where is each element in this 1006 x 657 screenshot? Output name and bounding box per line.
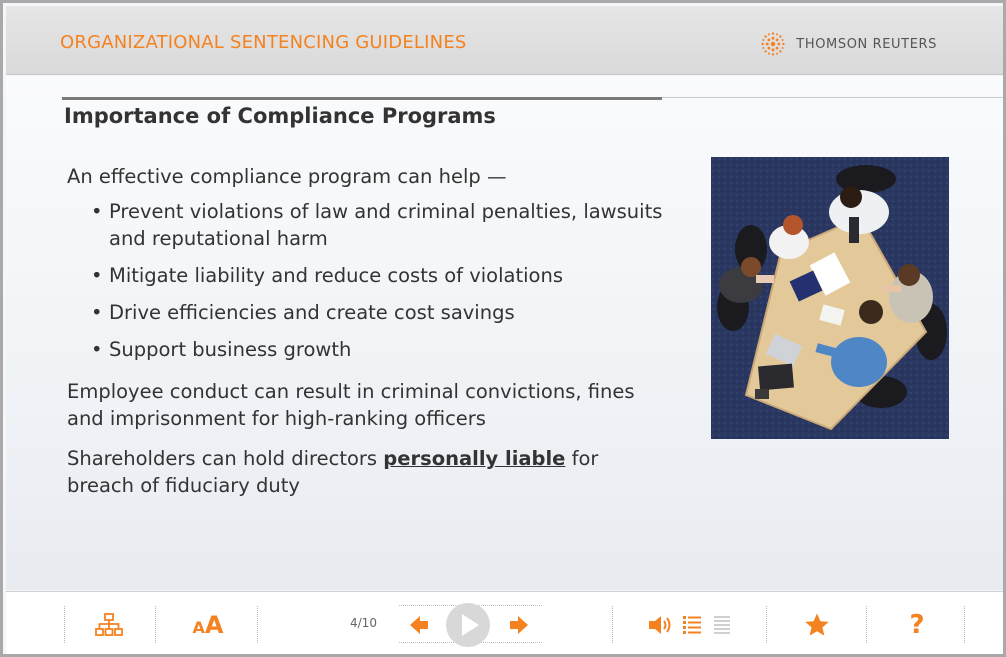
toolbar-separator (64, 606, 65, 643)
list-item: • Support business growth (91, 338, 352, 361)
list-item: • Drive efficiencies and create cost savi… (91, 301, 515, 324)
slide-content: Importance of Compliance Programs An eff… (6, 76, 1003, 590)
slide-player-frame: ORGANIZATIONAL SENTENCING GUIDELINES THO… (0, 0, 1006, 657)
captions-button[interactable] (710, 612, 734, 638)
meeting-photo (711, 157, 949, 439)
transcript-button[interactable] (680, 612, 704, 638)
thomson-reuters-logo-icon (761, 32, 785, 56)
slide-body: An effective compliance program can help… (67, 163, 667, 499)
bookmark-button[interactable] (802, 610, 832, 640)
toolbar-separator (866, 606, 867, 643)
toolbar-separator (766, 606, 767, 643)
title-rule (62, 97, 662, 100)
toolbar-separator (257, 606, 258, 643)
speaker-icon (649, 616, 671, 634)
previous-button[interactable] (406, 612, 432, 638)
play-icon (446, 603, 490, 647)
paragraph-employee-conduct: Employee conduct can result in criminal … (67, 380, 635, 430)
slide-title: Importance of Compliance Programs (64, 104, 496, 128)
intro-text: An effective compliance program can help… (67, 165, 507, 188)
player-toolbar: AA 4/10 ? (6, 591, 1003, 654)
arrow-left-icon (410, 616, 428, 634)
star-icon (805, 613, 829, 636)
toolbar-separator (612, 606, 613, 643)
lines-icon (714, 616, 730, 634)
help-button[interactable]: ? (904, 608, 930, 642)
title-rule-extension (662, 97, 1003, 98)
text-size-icon: AA (192, 611, 224, 639)
list-item: • Mitigate liability and reduce costs of … (91, 264, 563, 287)
paragraph-shareholders: Shareholders can hold directors personal… (67, 447, 599, 497)
list-item: • Prevent violations of law and criminal … (91, 200, 663, 250)
volume-button[interactable] (646, 612, 676, 638)
header-bar: ORGANIZATIONAL SENTENCING GUIDELINES THO… (6, 6, 1003, 75)
personally-liable-link[interactable]: personally liable (383, 447, 565, 470)
text-size-button[interactable]: AA (189, 608, 227, 642)
bullet-list: • Prevent violations of law and criminal … (67, 198, 667, 363)
toolbar-separator (964, 606, 965, 643)
brand: THOMSON REUTERS (760, 31, 937, 57)
arrow-right-icon (510, 616, 528, 634)
list-icon (683, 616, 701, 634)
page-counter: 4/10 (350, 616, 377, 630)
next-button[interactable] (506, 612, 532, 638)
course-menu-button[interactable] (92, 610, 126, 640)
play-button[interactable] (444, 602, 492, 648)
brand-name: THOMSON REUTERS (796, 36, 937, 52)
course-title: ORGANIZATIONAL SENTENCING GUIDELINES (60, 32, 467, 53)
help-icon: ? (909, 610, 925, 640)
sitemap-icon (95, 613, 123, 636)
toolbar-separator (155, 606, 156, 643)
